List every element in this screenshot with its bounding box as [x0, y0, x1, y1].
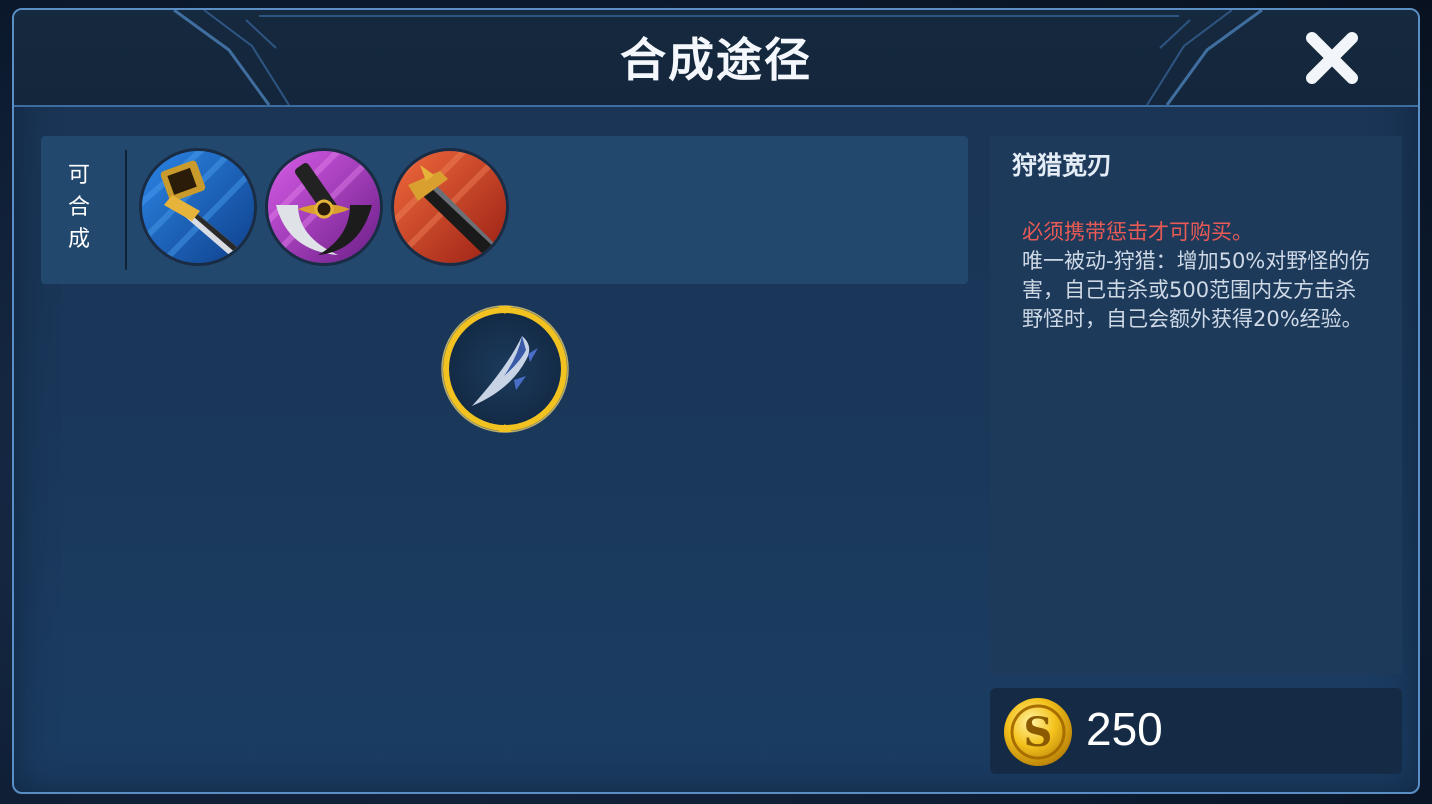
purchase-requirement: 必须携带惩击才可购买。	[1022, 220, 1253, 244]
item-name: 狩猎宽刃	[1012, 151, 1113, 180]
gold-coin-icon: S	[1004, 698, 1072, 766]
game-screen: 合成途径 可 合 成 狩猎宽刃 必须携带惩击才可购买。 唯一被动-狩猎：增加50…	[0, 0, 1432, 804]
craftable-label: 可 合 成	[59, 160, 99, 256]
craft-target-item-1[interactable]	[139, 148, 257, 266]
dark-blade-icon	[394, 151, 506, 263]
close-x-icon	[1306, 32, 1358, 84]
svg-text:S: S	[1024, 709, 1053, 756]
dialog-header: 合成途径	[14, 10, 1418, 107]
item-info-panel: 狩猎宽刃 必须携带惩击才可购买。 唯一被动-狩猎：增加50%对野怪的伤害，自己击…	[990, 136, 1402, 674]
buy-price-panel[interactable]: S 250	[990, 688, 1402, 774]
crescent-axe-icon	[268, 151, 380, 263]
synthesis-path-dialog: 合成途径 可 合 成 狩猎宽刃 必须携带惩击才可购买。 唯一被动-狩猎：增加50…	[12, 8, 1420, 794]
craftable-label-char: 合	[67, 195, 90, 220]
craftable-into-row: 可 合 成	[41, 136, 968, 284]
craft-target-item-2[interactable]	[265, 148, 383, 266]
close-button[interactable]	[1302, 28, 1362, 88]
craft-target-item-3[interactable]	[391, 148, 509, 266]
passive-description: 唯一被动-狩猎：增加50%对野怪的伤害，自己击杀或500范围内友方击杀野怪时，自…	[1022, 249, 1371, 331]
dialog-title: 合成途径	[620, 33, 812, 87]
price-value: 250	[1086, 703, 1163, 755]
sword-with-badge-icon	[142, 151, 254, 263]
item-description: 必须携带惩击才可购买。 唯一被动-狩猎：增加50%对野怪的伤害，自己击杀或500…	[1022, 218, 1372, 334]
selected-item[interactable]	[438, 302, 572, 436]
craftable-label-char: 成	[67, 227, 90, 252]
hunting-blade-icon	[441, 305, 569, 433]
divider	[125, 150, 127, 270]
craftable-label-char: 可	[67, 163, 90, 188]
